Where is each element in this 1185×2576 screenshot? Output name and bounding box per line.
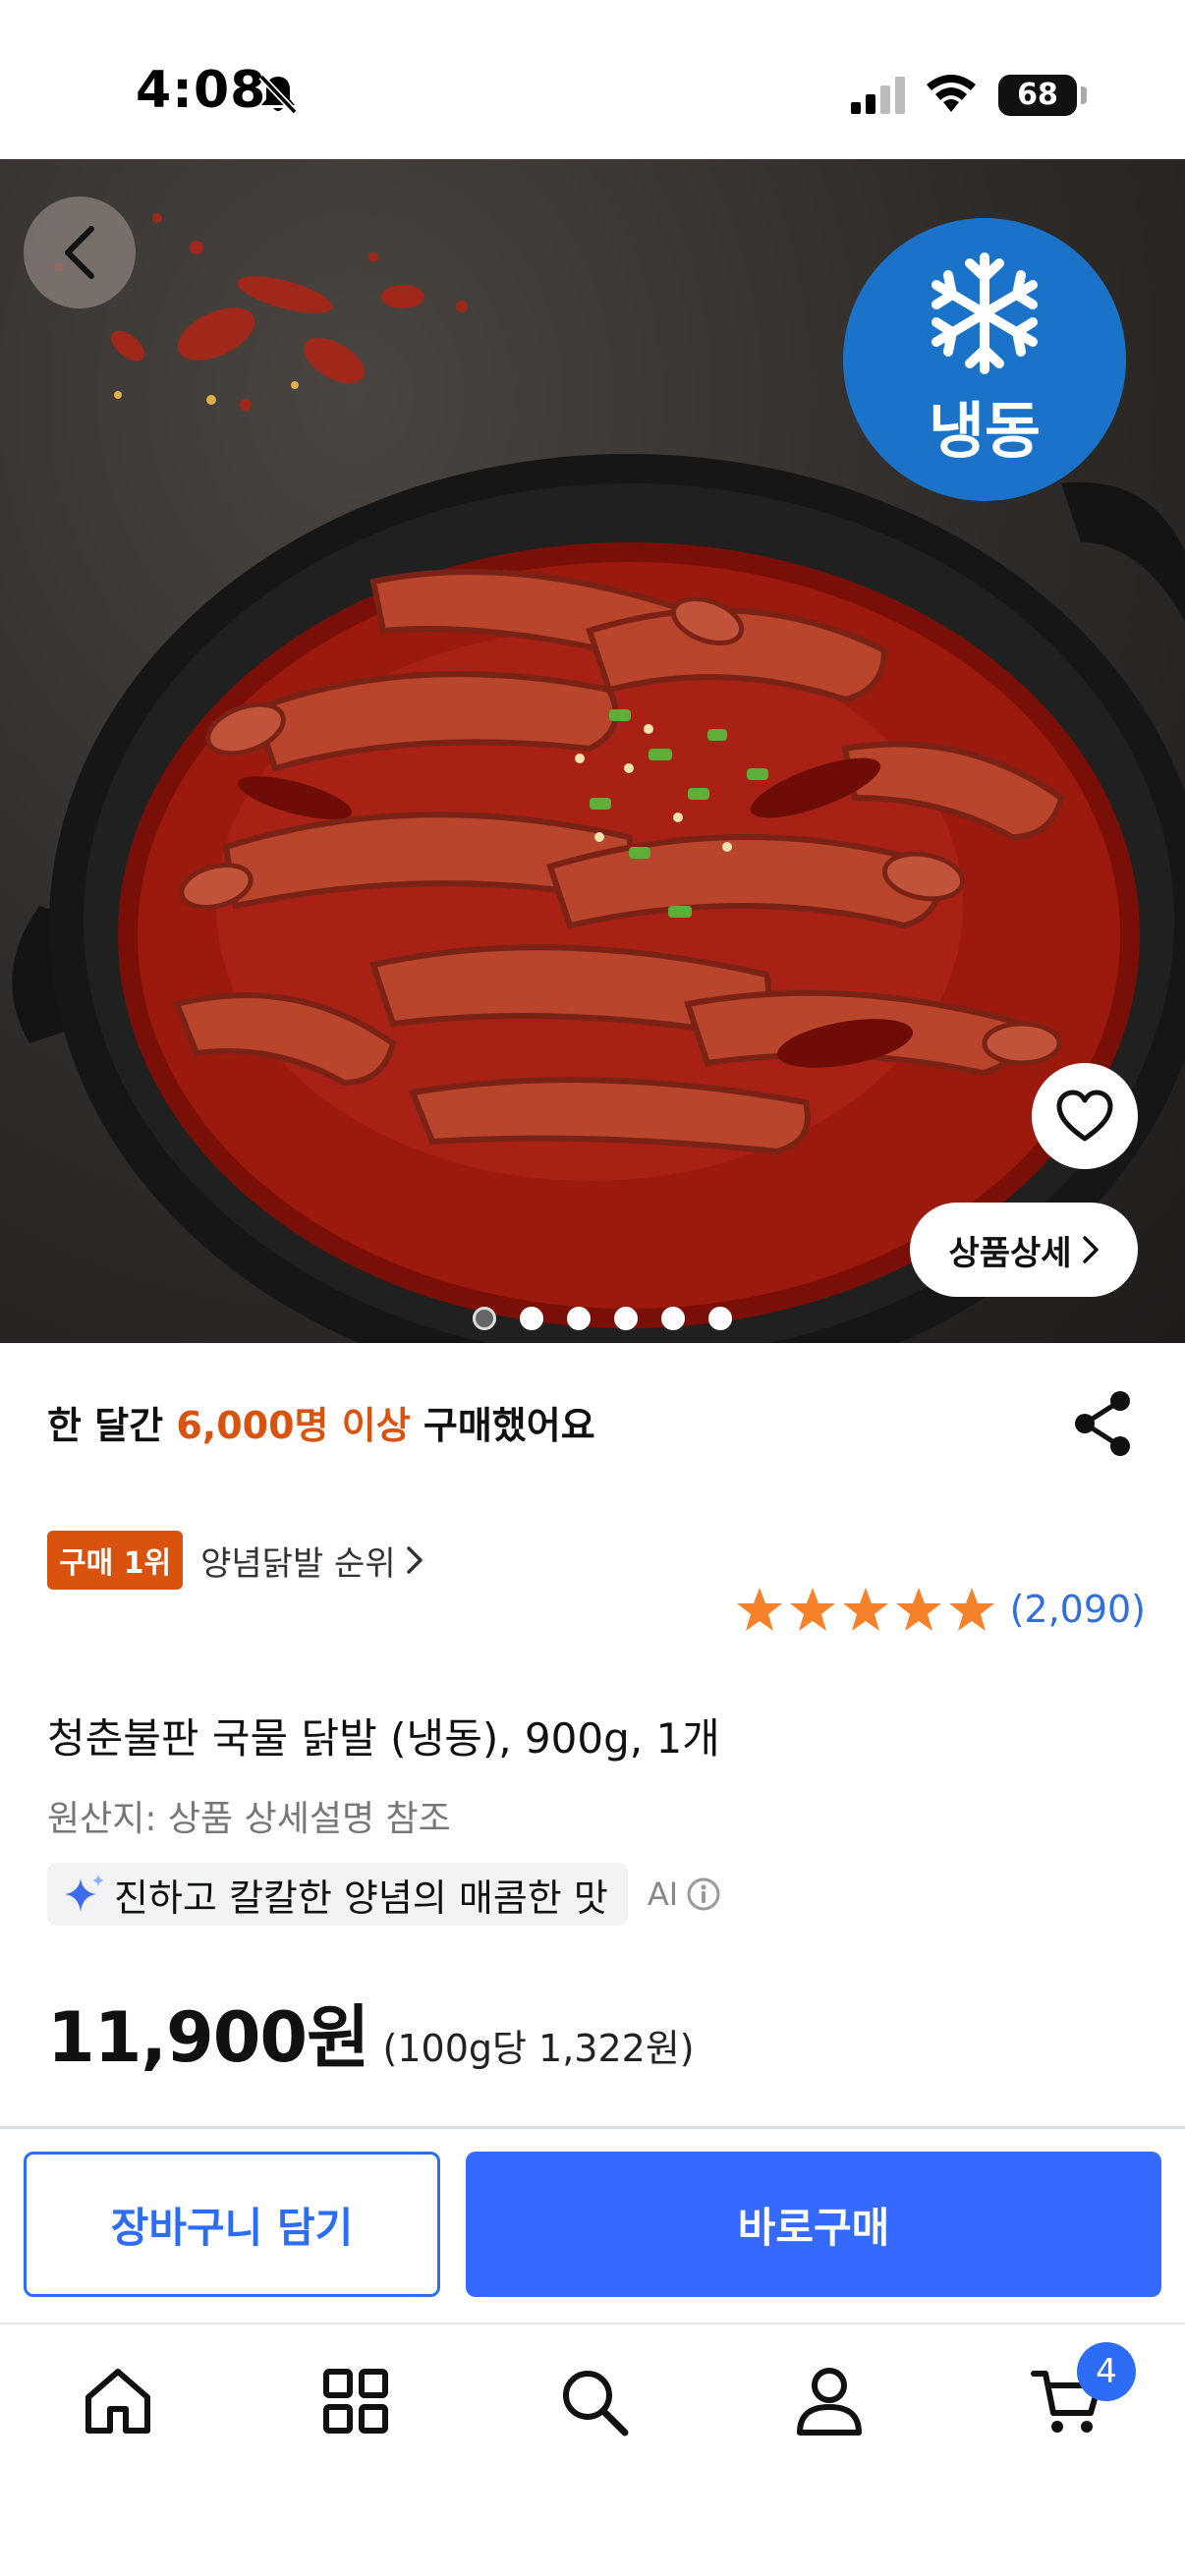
rank-link-label: 양념닭발 순위: [200, 1543, 396, 1584]
star-icon: [948, 1588, 994, 1631]
status-bar: 4:08 68: [0, 0, 1185, 159]
ai-label[interactable]: AI: [648, 1876, 721, 1913]
star-icon: [842, 1588, 888, 1631]
buy-now-button[interactable]: 바로구매: [466, 2152, 1161, 2297]
frozen-badge: 냉동: [843, 218, 1126, 501]
battery-tip: [1081, 86, 1087, 104]
cellular-signal-icon: [851, 77, 905, 114]
status-time: 4:08: [136, 61, 267, 120]
rank-link[interactable]: 양념닭발 순위: [200, 1537, 423, 1585]
chevron-right-icon: [1082, 1236, 1099, 1263]
rating[interactable]: (2,090): [735, 1586, 1146, 1633]
star-icon: [789, 1588, 835, 1631]
product-title: 청춘불판 국물 닭발 (냉동), 900g, 1개: [47, 1714, 720, 1763]
purchase-suffix: 구매했어요: [410, 1404, 595, 1447]
pagination-dot[interactable]: [473, 1307, 496, 1330]
info-icon: [687, 1877, 720, 1911]
cart-count-badge: 4: [1077, 2342, 1136, 2401]
chevron-left-icon: [65, 226, 94, 279]
star-icon: [895, 1588, 941, 1631]
chevron-right-icon: [406, 1546, 423, 1574]
origin-info: 원산지: 상품 상세설명 참조: [47, 1799, 451, 1839]
snowflake-icon: [931, 252, 1038, 374]
bottom-navigation: [0, 2323, 1185, 2576]
ai-summary-chip: 진하고 칼칼한 양념의 매콤한 맛: [47, 1863, 628, 1926]
monthly-purchase-info: 한 달간 6,000명 이상 구매했어요: [47, 1395, 595, 1449]
rank-row: 구매 1위 양념닭발 순위: [47, 1531, 423, 1590]
product-detail-label: 상품상세: [948, 1233, 1072, 1273]
pagination-dot[interactable]: [614, 1307, 638, 1330]
battery-level: 68: [1017, 78, 1058, 112]
rank-badge: 구매 1위: [47, 1531, 184, 1590]
pagination-dot[interactable]: [708, 1307, 732, 1330]
home-icon[interactable]: [81, 2364, 155, 2438]
purchase-highlight: 6,000명 이상: [176, 1404, 411, 1447]
share-icon[interactable]: [1071, 1389, 1136, 1458]
frozen-label: 냉동: [928, 395, 1042, 467]
search-icon[interactable]: [556, 2364, 631, 2438]
bell-muted-icon: [258, 74, 298, 115]
add-to-cart-button[interactable]: 장바구니 담기: [24, 2152, 440, 2297]
heart-icon: [1056, 1090, 1113, 1142]
price: 11,900원: [47, 1997, 370, 2078]
pagination-dot[interactable]: [520, 1307, 543, 1330]
ai-summary-row: 진하고 칼칼한 양념의 매콤한 맛 AI: [47, 1863, 721, 1926]
pagination-dot[interactable]: [661, 1307, 685, 1330]
category-grid-icon[interactable]: [318, 2364, 393, 2438]
wishlist-button[interactable]: [1032, 1063, 1138, 1169]
unit-price: (100g당 1,322원): [382, 2027, 695, 2070]
review-count[interactable]: (2,090): [1010, 1588, 1146, 1631]
star-icon: [736, 1588, 782, 1631]
product-detail-button[interactable]: 상품상세: [910, 1203, 1138, 1297]
my-account-icon[interactable]: [792, 2364, 867, 2438]
purchase-prefix: 한 달간: [47, 1404, 177, 1447]
back-button[interactable]: [24, 196, 136, 308]
price-row: 11,900원 (100g당 1,322원): [47, 1983, 695, 2082]
pagination-dot[interactable]: [567, 1307, 591, 1330]
image-pagination: [0, 1307, 1185, 1336]
ai-summary-text: 진하고 칼칼한 양념의 매콤한 맛: [114, 1876, 608, 1920]
sparkle-icon: [65, 1875, 104, 1912]
wifi-icon: [927, 75, 976, 112]
ai-label-text: AI: [647, 1876, 679, 1913]
